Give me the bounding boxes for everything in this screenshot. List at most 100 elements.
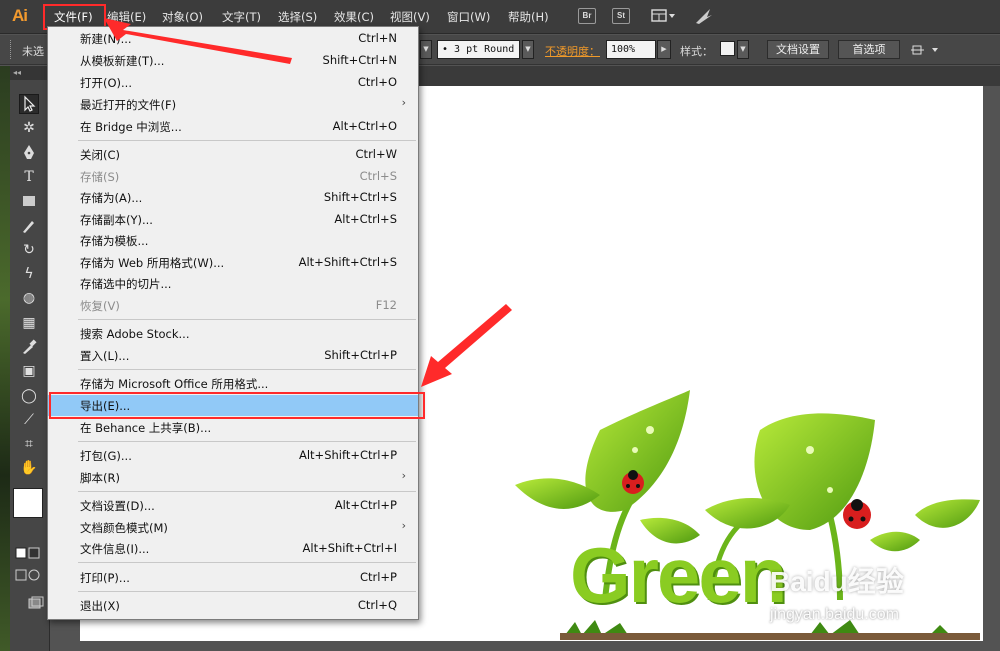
menu-item-label: 新建(N)... [80, 32, 132, 46]
document-setup-button[interactable]: 文档设置 [767, 40, 829, 59]
menu-item-share-on-behance[interactable]: 在 Behance 上共享(B)... [48, 417, 418, 438]
menu-item-shortcut: Alt+Ctrl+S [334, 212, 397, 226]
graphic-style-swatch[interactable] [720, 41, 735, 56]
menu-item-label: 退出(X) [80, 599, 120, 613]
stroke-profile-dropdown[interactable]: ▼ [522, 40, 534, 59]
panel-grip [10, 40, 12, 59]
menu-item-save-a-copy[interactable]: 存储副本(Y)... Alt+Ctrl+S [48, 209, 418, 230]
menu-item-browse-in-bridge[interactable]: 在 Bridge 中浏览... Alt+Ctrl+O [48, 116, 418, 137]
menu-item-label: 文档颜色模式(M) [80, 521, 168, 535]
file-menu-dropdown: 新建(N)... Ctrl+N 从模板新建(T)... Shift+Ctrl+N 打… [47, 26, 419, 620]
menu-item-shortcut: Alt+Shift+Ctrl+P [298, 448, 397, 462]
graphic-style-dropdown[interactable]: ▼ [737, 40, 749, 59]
menu-item-open-recent[interactable]: 最近打开的文件(F) › [48, 94, 418, 115]
menu-item-label: 打包(G)... [80, 449, 132, 463]
preferences-button[interactable]: 首选项 [838, 40, 900, 59]
screen-mode-icon[interactable] [28, 596, 44, 610]
opacity-dropdown[interactable]: ▶ [657, 40, 671, 59]
menu-separator [78, 140, 416, 141]
menu-item-shortcut: Ctrl+N [358, 31, 397, 45]
stroke-profile-field[interactable]: • 3 pt Round [437, 40, 520, 59]
stroke-profile-value: 3 pt Round [454, 44, 515, 55]
menu-item-new-from-template[interactable]: 从模板新建(T)... Shift+Ctrl+N [48, 50, 418, 71]
menu-item-open[interactable]: 打开(O)... Ctrl+O [48, 72, 418, 93]
menu-item-search-adobe-stock[interactable]: 搜索 Adobe Stock... [48, 323, 418, 344]
menu-item-shortcut: Alt+Shift+Ctrl+S [298, 255, 397, 269]
menu-item-save-for-web[interactable]: 存储为 Web 所用格式(W)... Alt+Shift+Ctrl+S [48, 252, 418, 273]
menu-item-label: 存储为 Microsoft Office 所用格式... [80, 377, 269, 391]
menu-item-label: 在 Behance 上共享(B)... [80, 421, 212, 435]
menu-item-label: 存储为 Web 所用格式(W)... [80, 256, 225, 270]
menu-item-place[interactable]: 置入(L)... Shift+Ctrl+P [48, 345, 418, 366]
rectangle-tool-icon[interactable] [19, 192, 39, 212]
align-options-icon[interactable] [910, 42, 942, 58]
selection-status: 未选 [22, 45, 44, 58]
menu-item-label: 打开(O)... [80, 76, 132, 90]
menu-item-save-as-template[interactable]: 存储为模板... [48, 230, 418, 251]
menu-select[interactable]: 选择(S) [278, 9, 317, 25]
menu-item-exit[interactable]: 退出(X) Ctrl+Q [48, 595, 418, 616]
menu-item-new[interactable]: 新建(N)... Ctrl+N [48, 28, 418, 49]
stroke-weight-dropdown[interactable]: ▼ [420, 40, 432, 59]
menu-item-package[interactable]: 打包(G)... Alt+Shift+Ctrl+P [48, 445, 418, 466]
menu-item-shortcut: Alt+Shift+Ctrl+I [302, 541, 397, 555]
export-highlight-box [49, 392, 425, 419]
menu-item-scripts[interactable]: 脚本(R) › [48, 467, 418, 488]
menu-item-document-color-mode[interactable]: 文档颜色模式(M) › [48, 517, 418, 538]
brush-tool-icon[interactable] [19, 216, 39, 236]
type-tool-icon[interactable]: T [19, 167, 39, 187]
menu-effect[interactable]: 效果(C) [334, 9, 374, 25]
magic-wand-tool-icon[interactable]: ✲ [19, 118, 39, 138]
menu-item-shortcut: Shift+Ctrl+S [323, 190, 397, 204]
selection-tool-icon[interactable] [19, 94, 39, 114]
ellipse-tool-icon[interactable]: ◯ [19, 386, 39, 406]
eyedropper-tool-icon[interactable] [19, 337, 39, 357]
menu-item-shortcut: F12 [375, 298, 397, 312]
menu-item-document-setup[interactable]: 文档设置(D)... Alt+Ctrl+P [48, 495, 418, 516]
arrange-documents-icon[interactable] [651, 8, 677, 24]
menu-item-shortcut: Shift+Ctrl+N [322, 53, 397, 67]
menu-window[interactable]: 窗口(W) [447, 9, 490, 25]
menu-type[interactable]: 文字(T) [222, 9, 261, 25]
pen-tool-icon[interactable] [19, 143, 39, 163]
opacity-input[interactable]: 100% [606, 40, 656, 59]
tools-panel: ◂◂ ✲ T ↻ ϟ ◍ ▦ ▣ ◯ ⟋ ⌗ ✋ [10, 66, 50, 651]
menu-item-shortcut: Ctrl+Q [357, 598, 397, 612]
menu-item-label: 脚本(R) [80, 471, 120, 485]
menu-item-label: 置入(L)... [80, 349, 130, 363]
menu-help[interactable]: 帮助(H) [508, 9, 549, 25]
menu-separator [78, 319, 416, 320]
menu-separator [78, 441, 416, 442]
menu-edit[interactable]: 编辑(E) [107, 9, 146, 25]
artboard-tool-icon[interactable]: ⌗ [19, 434, 39, 454]
menu-item-save-as[interactable]: 存储为(A)... Shift+Ctrl+S [48, 187, 418, 208]
menu-item-print[interactable]: 打印(P)... Ctrl+P [48, 567, 418, 588]
menu-object[interactable]: 对象(O) [162, 9, 203, 25]
stock-button[interactable]: St [612, 8, 630, 24]
hand-tool-icon[interactable]: ✋ [19, 458, 39, 478]
menu-item-label: 最近打开的文件(F) [80, 98, 177, 112]
symbol-sprayer-tool-icon[interactable]: ▣ [19, 361, 39, 381]
desktop-background-strip [0, 66, 10, 651]
watermark-url: jingyan.baidu.com [770, 606, 899, 623]
menu-item-file-info[interactable]: 文件信息(I)... Alt+Shift+Ctrl+I [48, 538, 418, 559]
gpu-performance-icon[interactable] [694, 6, 714, 26]
rotate-tool-icon[interactable]: ↻ [19, 240, 39, 260]
menu-separator [78, 591, 416, 592]
color-mode-icons[interactable] [15, 546, 45, 586]
app-logo: Ai [12, 6, 28, 25]
fill-color-swatch[interactable] [13, 488, 43, 518]
perspective-grid-tool-icon[interactable]: ▦ [19, 313, 39, 333]
menu-view[interactable]: 视图(V) [390, 9, 430, 25]
bridge-button[interactable]: Br [578, 8, 596, 24]
shape-builder-tool-icon[interactable]: ◍ [19, 288, 39, 308]
menu-item-shortcut: Ctrl+S [359, 169, 397, 183]
menu-item-save-selected-slices[interactable]: 存储选中的切片... [48, 273, 418, 294]
slice-tool-icon[interactable]: ⟋ [19, 410, 39, 430]
menu-item-label: 存储选中的切片... [80, 277, 172, 291]
opacity-label[interactable]: 不透明度： [545, 43, 600, 59]
width-tool-icon[interactable]: ϟ [19, 264, 39, 284]
tools-panel-collapse-icon[interactable]: ◂◂ [10, 66, 49, 80]
menu-item-save-for-microsoft-office[interactable]: 存储为 Microsoft Office 所用格式... [48, 373, 418, 394]
menu-item-close[interactable]: 关闭(C) Ctrl+W [48, 144, 418, 165]
